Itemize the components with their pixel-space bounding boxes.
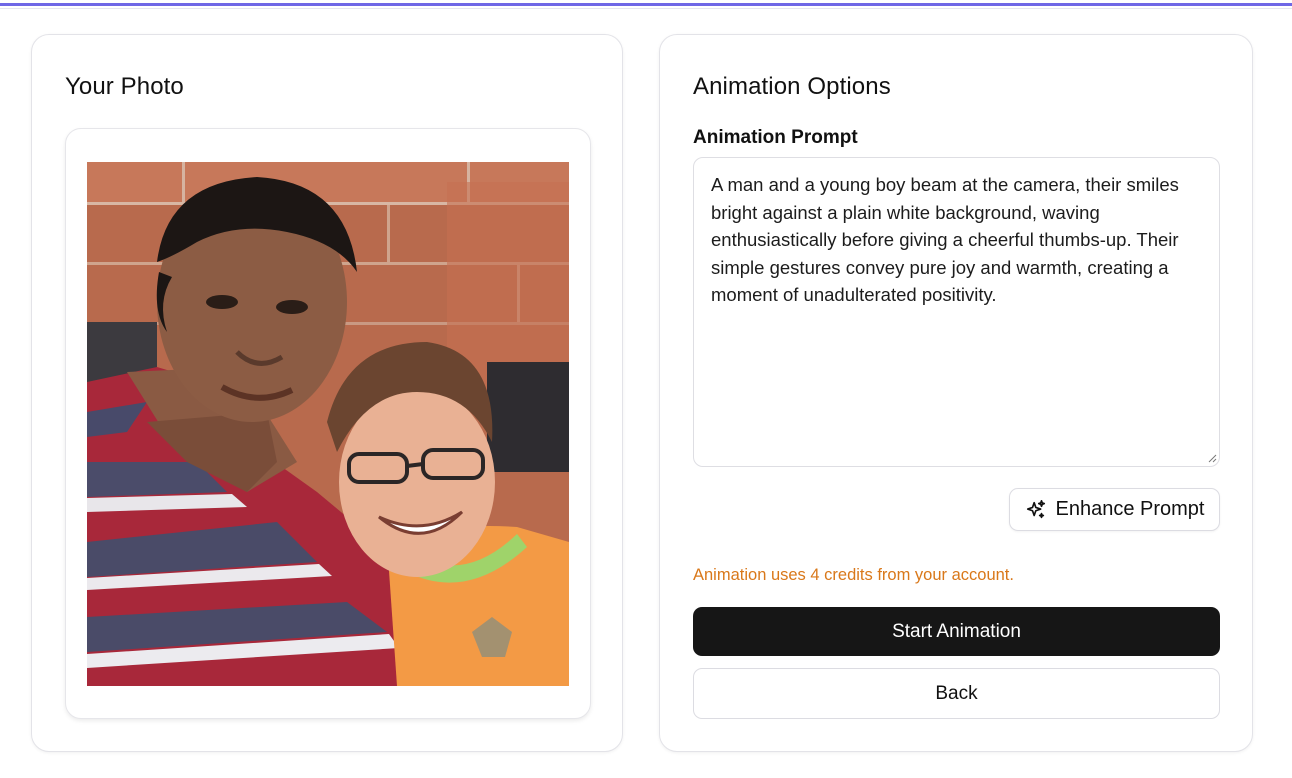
uploaded-photo (87, 162, 569, 686)
resize-handle-icon[interactable] (1208, 454, 1217, 463)
credits-warning-text: Animation uses 4 credits from your accou… (693, 566, 1014, 584)
back-button[interactable]: Back (693, 668, 1220, 719)
animation-prompt-label: Animation Prompt (693, 127, 858, 148)
start-animation-button[interactable]: Start Animation (693, 607, 1220, 656)
enhance-prompt-button[interactable]: Enhance Prompt (1009, 488, 1220, 531)
top-accent-bar (0, 0, 1292, 10)
sparkles-icon (1026, 499, 1045, 518)
animation-options-title: Animation Options (693, 73, 891, 100)
photo-card: Your Photo (31, 34, 623, 752)
accent-line (0, 3, 1292, 6)
photo-frame (65, 128, 591, 719)
animation-options-card: Animation Options Animation Prompt Enhan… (659, 34, 1253, 752)
enhance-prompt-label: Enhance Prompt (1055, 498, 1205, 520)
accent-divider (0, 8, 1292, 9)
photo-card-title: Your Photo (65, 73, 184, 100)
animation-prompt-input[interactable] (693, 157, 1220, 467)
